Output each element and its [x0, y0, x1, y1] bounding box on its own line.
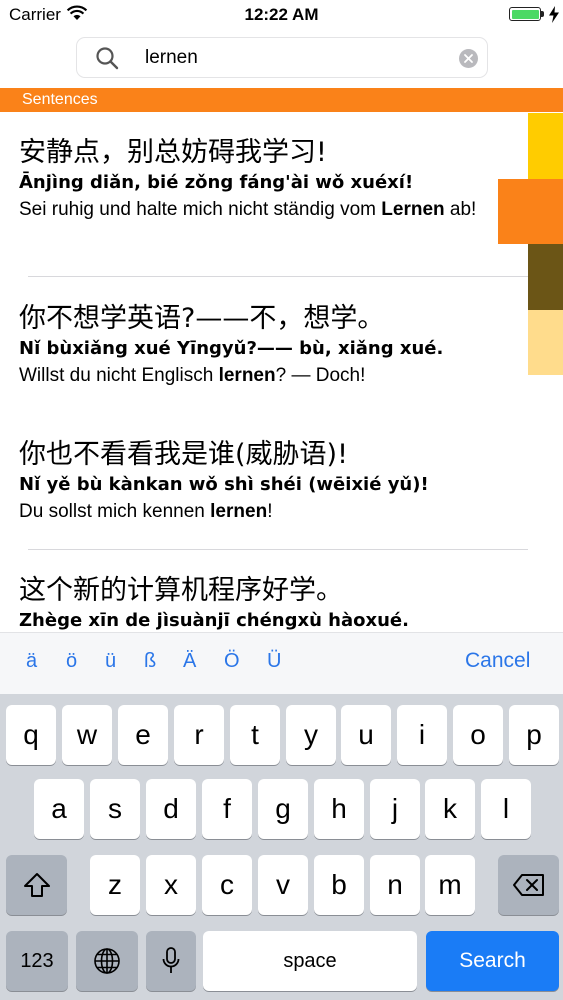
- pinyin-text: Nǐ bùxiǎng xué Yīngyǔ?—— bù, xiǎng xué.: [19, 338, 444, 359]
- key-r[interactable]: r: [174, 705, 224, 765]
- key-z[interactable]: z: [90, 855, 140, 915]
- key-b[interactable]: b: [314, 855, 364, 915]
- globe-icon: [94, 948, 120, 974]
- clear-icon[interactable]: [459, 49, 478, 68]
- key-x[interactable]: x: [146, 855, 196, 915]
- hanzi-text: 你不想学英语?——不，想学。: [19, 303, 385, 334]
- key-t[interactable]: t: [230, 705, 280, 765]
- globe-key[interactable]: [76, 931, 138, 991]
- delete-key[interactable]: [498, 855, 559, 915]
- accent-key[interactable]: Ä: [183, 650, 196, 673]
- key-n[interactable]: n: [370, 855, 420, 915]
- microphone-icon: [162, 947, 180, 973]
- pinyin-text: Nǐ yě bù kànkan wǒ shì shéi (wēixié yǔ)!: [19, 474, 429, 495]
- translation-part: ab!: [444, 199, 477, 220]
- section-header: Sentences: [0, 88, 563, 112]
- keyboard: q w e r t y u i o p a s d f g h j k l z …: [0, 694, 563, 1000]
- list-item[interactable]: 这个新的计算机程序好学。 Zhège xīn de jìsuànjī chéng…: [19, 574, 519, 632]
- search-bar[interactable]: [76, 37, 488, 78]
- translation-highlight: lernen: [218, 365, 276, 386]
- key-y[interactable]: y: [286, 705, 336, 765]
- accent-key[interactable]: ö: [66, 650, 77, 673]
- delete-icon: [512, 874, 544, 896]
- clock: 12:22 AM: [244, 5, 319, 24]
- key-q[interactable]: q: [6, 705, 56, 765]
- space-key[interactable]: space: [203, 931, 417, 991]
- key-m[interactable]: m: [425, 855, 475, 915]
- key-g[interactable]: g: [258, 779, 308, 839]
- translation-part: Willst du nicht Englisch: [19, 365, 219, 386]
- translation-part: Du sollst mich kennen: [19, 501, 211, 522]
- battery-icon: [509, 7, 541, 21]
- translation-part: !: [267, 501, 273, 522]
- key-h[interactable]: h: [314, 779, 364, 839]
- charging-bolt-icon: [549, 6, 559, 23]
- hanzi-text: 这个新的计算机程序好学。: [19, 575, 343, 606]
- hanzi-text: 安静点，别总妨碍我学习!: [19, 137, 327, 168]
- battery-tip: [541, 11, 544, 17]
- key-f[interactable]: f: [202, 779, 252, 839]
- index-bar[interactable]: [528, 113, 563, 375]
- list-item[interactable]: 安静点，别总妨碍我学习! Ānjìng diǎn, bié zǒng fáng'…: [19, 136, 519, 223]
- pinyin-text: Ānjìng diǎn, bié zǒng fáng'ài wǒ xuéxí!: [19, 172, 414, 193]
- translation-text: Sei ruhig und halte mich nicht ständig v…: [19, 196, 519, 223]
- key-k[interactable]: k: [425, 779, 475, 839]
- search-input[interactable]: [145, 43, 445, 73]
- list-item[interactable]: 你也不看看我是谁(威胁语)! Nǐ yě bù kànkan wǒ shì sh…: [19, 438, 519, 525]
- results-list[interactable]: 安静点，别总妨碍我学习! Ānjìng diǎn, bié zǒng fáng'…: [0, 112, 528, 632]
- dictation-key[interactable]: [146, 931, 196, 991]
- accent-key[interactable]: ä: [26, 650, 37, 673]
- search-icon: [96, 47, 119, 70]
- list-item[interactable]: 你不想学英语?——不，想学。 Nǐ bùxiǎng xué Yīngyǔ?—— …: [19, 302, 519, 389]
- numbers-key[interactable]: 123: [6, 931, 68, 991]
- index-segment[interactable]: [528, 244, 563, 310]
- key-l[interactable]: l: [481, 779, 531, 839]
- section-title: Sentences: [22, 91, 98, 108]
- translation-highlight: lernen: [210, 501, 268, 522]
- accent-key[interactable]: Ü: [267, 650, 281, 673]
- key-u[interactable]: u: [341, 705, 391, 765]
- index-segment[interactable]: [528, 113, 563, 179]
- pinyin-text: Zhège xīn de jìsuànjī chéngxù hàoxué.: [19, 610, 409, 631]
- translation-part: Sei ruhig und halte mich nicht ständig v…: [19, 199, 382, 220]
- accent-key-row: ä ö ü ß Ä Ö Ü Cancel: [0, 632, 563, 694]
- cancel-button[interactable]: Cancel: [465, 649, 530, 673]
- key-d[interactable]: d: [146, 779, 196, 839]
- accent-key[interactable]: ü: [105, 650, 116, 673]
- row-divider: [28, 276, 528, 277]
- key-p[interactable]: p: [509, 705, 559, 765]
- key-a[interactable]: a: [34, 779, 84, 839]
- shift-icon: [23, 873, 50, 897]
- key-v[interactable]: v: [258, 855, 308, 915]
- translation-text: Du sollst mich kennen lernen!: [19, 498, 519, 525]
- translation-highlight: Lernen: [381, 199, 445, 220]
- key-c[interactable]: c: [202, 855, 252, 915]
- shift-key[interactable]: [6, 855, 67, 915]
- translation-text: Willst du nicht Englisch lernen? — Doch!: [19, 362, 519, 389]
- index-position-marker[interactable]: [498, 179, 563, 244]
- index-segment[interactable]: [528, 310, 563, 375]
- key-i[interactable]: i: [397, 705, 447, 765]
- key-e[interactable]: e: [118, 705, 168, 765]
- accent-key[interactable]: ß: [144, 650, 156, 673]
- accent-key[interactable]: Ö: [224, 650, 240, 673]
- key-w[interactable]: w: [62, 705, 112, 765]
- key-o[interactable]: o: [453, 705, 503, 765]
- hanzi-text: 你也不看看我是谁(威胁语)!: [19, 439, 348, 470]
- row-divider: [28, 549, 528, 550]
- status-bar: Carrier 12:22 AM: [0, 0, 563, 30]
- search-key[interactable]: Search: [426, 931, 559, 991]
- key-j[interactable]: j: [370, 779, 420, 839]
- translation-part: ? — Doch!: [275, 365, 366, 386]
- key-s[interactable]: s: [90, 779, 140, 839]
